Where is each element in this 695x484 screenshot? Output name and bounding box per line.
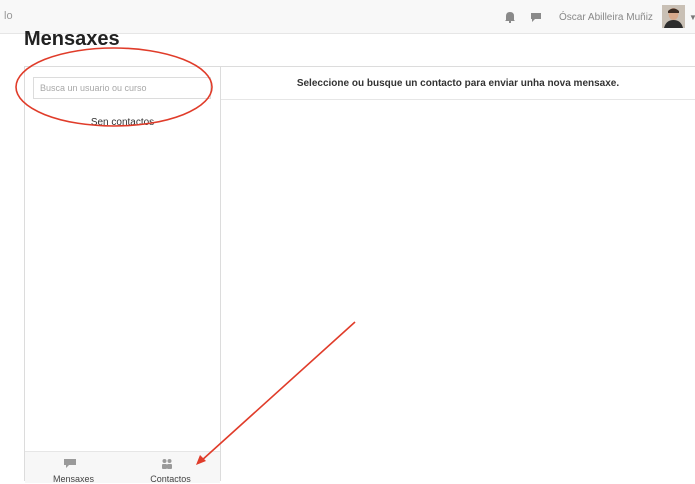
- conversation-header-text: Seleccione ou busque un contacto para en…: [296, 78, 620, 89]
- message-icon: [63, 457, 77, 469]
- contacts-icon: [160, 457, 174, 469]
- bell-icon[interactable]: [503, 10, 517, 24]
- message-icon[interactable]: [529, 10, 543, 24]
- chevron-down-icon[interactable]: ▼: [689, 13, 695, 22]
- tab-contacts-label: Contactos: [150, 474, 191, 484]
- empty-contacts-text: Sen contactos: [90, 117, 155, 128]
- tab-messages-label: Mensaxes: [52, 474, 95, 484]
- search-input[interactable]: [33, 77, 211, 99]
- panel-tabs: Mensaxes Contactos: [25, 451, 220, 484]
- conversation-panel: Seleccione ou busque un contacto para en…: [221, 66, 695, 481]
- tab-messages[interactable]: Mensaxes: [25, 452, 122, 484]
- avatar[interactable]: [662, 5, 685, 28]
- user-menu-name[interactable]: Óscar Abilleira Muñiz: [559, 12, 653, 23]
- tab-contacts[interactable]: Contactos: [122, 452, 219, 484]
- contacts-panel: Sen contactos Mensaxes Contactos: [24, 66, 221, 484]
- site-brand[interactable]: lo: [4, 10, 13, 22]
- page-title: Mensaxes: [24, 28, 120, 50]
- conversation-header: Seleccione ou busque un contacto para en…: [221, 66, 695, 100]
